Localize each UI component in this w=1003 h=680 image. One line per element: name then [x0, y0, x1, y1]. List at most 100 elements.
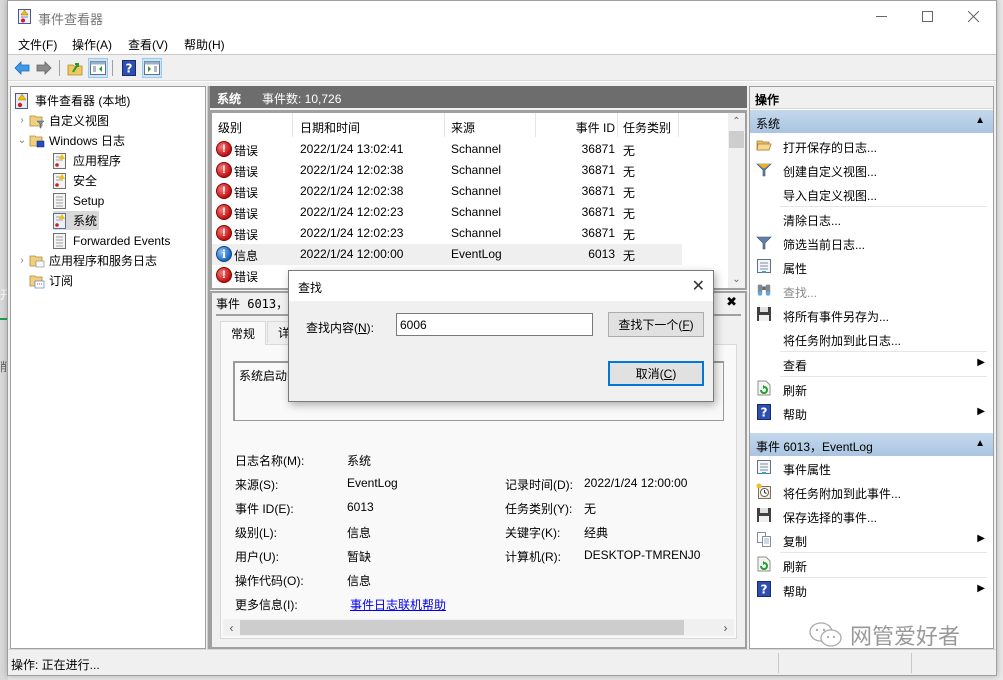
event-row[interactable]: ! 错误 2022/1/24 12:02:23 Schannel 36871 无 [212, 223, 682, 244]
event-row[interactable]: ! 错误 2022/1/24 13:02:41 Schannel 36871 无 [212, 139, 682, 160]
tree-item-setup[interactable]: Setup [53, 191, 104, 210]
grid-vertical-scrollbar[interactable]: ⌃ ⌄ [728, 113, 745, 288]
action-item[interactable]: 打开保存的日志... [750, 134, 993, 158]
find-next-button[interactable]: 查找下一个(F) [608, 312, 704, 337]
column-separator[interactable] [678, 113, 679, 137]
action-item[interactable]: 复制 ▶ [750, 528, 993, 552]
column-header-source[interactable]: 来源 [451, 119, 475, 136]
column-header-event-id[interactable]: 事件 ID [562, 119, 615, 136]
prop-value-opcode: 信息 [347, 574, 372, 588]
cell-level: 错误 [234, 228, 259, 242]
open-folder-icon [756, 137, 772, 153]
column-separator[interactable] [292, 113, 293, 137]
forward-button[interactable] [34, 58, 54, 78]
action-item[interactable]: ? 帮助 ▶ [750, 401, 993, 425]
action-item[interactable]: 导入自定义视图... [750, 182, 993, 206]
scroll-thumb[interactable] [240, 620, 684, 635]
minimize-button[interactable] [858, 1, 904, 32]
tree-item-application[interactable]: 应用程序 [53, 151, 121, 170]
filter-icon [756, 234, 772, 250]
error-icon: ! [216, 204, 232, 220]
tree-item-custom-views[interactable]: › 自定义视图 [15, 111, 109, 130]
cell-task-category: 无 [623, 165, 636, 179]
cell-task-category: 无 [623, 144, 636, 158]
action-item[interactable]: 创建自定义视图... [750, 158, 993, 182]
action-item[interactable]: ? 帮助 ▶ [750, 578, 993, 602]
cancel-button[interactable]: 取消(C) [608, 361, 704, 386]
event-log-online-help-link[interactable]: 事件日志联机帮助 [350, 598, 446, 612]
action-item[interactable]: 查看 ▶ [750, 352, 993, 376]
action-item[interactable]: 刷新 [750, 553, 993, 577]
tree-item-forwarded-events[interactable]: Forwarded Events [53, 231, 170, 250]
tree-item-windows-logs[interactable]: ⌄ Windows 日志 [15, 131, 125, 150]
tree-item-label: Forwarded Events [73, 233, 171, 248]
scroll-thumb[interactable] [729, 131, 744, 148]
cell-level: 错误 [234, 165, 259, 179]
tree-item-label: 应用程序 [73, 154, 122, 168]
column-separator[interactable] [617, 113, 618, 137]
dialog-close-button[interactable]: ✕ [692, 276, 705, 296]
show-hide-console-tree-button[interactable] [88, 58, 108, 78]
expand-icon[interactable]: › [15, 115, 29, 126]
column-separator[interactable] [444, 113, 445, 137]
detail-close-button[interactable]: ✖ [726, 294, 737, 310]
expand-icon[interactable]: › [15, 255, 29, 266]
event-row[interactable]: ! 错误 2022/1/24 12:02:23 Schannel 36871 无 [212, 202, 682, 223]
actions-group-system[interactable]: 系统 ▲ [750, 110, 993, 133]
action-item[interactable]: 刷新 [750, 377, 993, 401]
tree-item-root[interactable]: 事件查看器 (本地) [15, 91, 130, 110]
collapse-triangle-icon[interactable]: ▲ [975, 115, 985, 126]
tree-item-label: Setup [73, 193, 105, 208]
collapse-icon[interactable]: ⌄ [15, 135, 29, 146]
prop-value-event-id: 6013 [347, 500, 374, 514]
column-header-level[interactable]: 级别 [218, 119, 242, 136]
prop-value-logged: 2022/1/24 12:00:00 [584, 476, 688, 490]
scroll-left-button[interactable]: ‹ [223, 619, 240, 636]
tree-item-security[interactable]: 安全 [53, 171, 97, 190]
action-item[interactable]: 将所有事件另存为... [750, 303, 993, 327]
detail-horizontal-scrollbar[interactable]: ‹ › [223, 619, 734, 636]
event-row[interactable]: i 信息 2022/1/24 12:00:00 EventLog 6013 无 [212, 244, 682, 265]
collapse-triangle-icon[interactable]: ▲ [975, 438, 985, 449]
scroll-up-button[interactable]: ⌃ [728, 113, 745, 130]
menu-file[interactable]: 文件(F) [18, 36, 57, 53]
menu-view[interactable]: 查看(V) [128, 36, 168, 53]
action-item[interactable]: 清除日志... [750, 207, 993, 231]
action-item[interactable]: 将任务附加到此事件... [750, 480, 993, 504]
back-button[interactable] [12, 58, 32, 78]
action-item[interactable]: 事件属性 [750, 456, 993, 480]
column-header-datetime[interactable]: 日期和时间 [300, 119, 360, 136]
forward-icon [36, 61, 52, 75]
menu-action[interactable]: 操作(A) [72, 36, 112, 53]
tab-general[interactable]: 常规 [220, 321, 267, 345]
column-separator[interactable] [535, 113, 536, 137]
binoculars-icon [756, 282, 772, 298]
maximize-button[interactable] [904, 1, 950, 32]
close-button[interactable] [950, 1, 996, 32]
action-label: 查找... [783, 286, 818, 300]
event-row[interactable]: ! 错误 2022/1/24 12:02:38 Schannel 36871 无 [212, 160, 682, 181]
event-row[interactable]: ! 错误 2022/1/24 12:02:38 Schannel 36871 无 [212, 181, 682, 202]
scroll-down-button[interactable]: ⌄ [728, 271, 745, 288]
menu-help[interactable]: 帮助(H) [184, 36, 225, 53]
help-button[interactable]: ? [119, 58, 139, 78]
prop-value-task-category: 无 [584, 502, 597, 516]
show-hide-action-pane-button[interactable] [142, 58, 162, 78]
action-item[interactable]: 筛选当前日志... [750, 231, 993, 255]
action-item[interactable]: 保存选择的事件... [750, 504, 993, 528]
title-bar: 事件查看器 [8, 1, 996, 32]
tree-item-system[interactable]: 系统 [53, 211, 100, 230]
action-item[interactable]: 查找... [750, 279, 993, 303]
find-what-input[interactable] [396, 313, 593, 336]
column-header-task-category[interactable]: 任务类别 [623, 119, 671, 136]
action-item[interactable]: 属性 [750, 255, 993, 279]
tree-item-app-service-logs[interactable]: › 应用程序和服务日志 [15, 251, 157, 270]
prop-value-level: 信息 [347, 526, 372, 540]
up-folder-button[interactable] [65, 58, 85, 78]
actions-group-event[interactable]: 事件 6013，EventLog ▲ [750, 433, 993, 456]
action-label: 保存选择的事件... [783, 511, 878, 525]
action-item[interactable]: 将任务附加到此日志... [750, 327, 993, 351]
scroll-right-button[interactable]: › [717, 619, 734, 636]
tree-item-subscriptions[interactable]: 订阅 [29, 271, 73, 290]
action-label: 事件属性 [783, 463, 832, 477]
